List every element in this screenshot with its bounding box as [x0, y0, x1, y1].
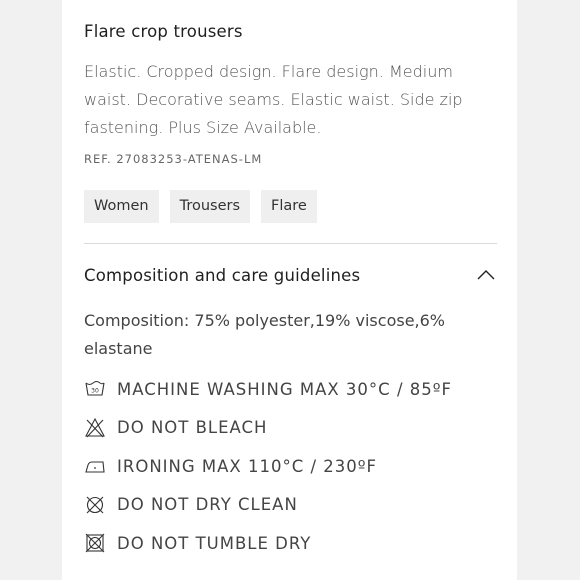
tag-trousers[interactable]: Trousers	[169, 190, 251, 223]
chevron-up-icon[interactable]	[475, 264, 497, 286]
composition-accordion-header[interactable]: Composition and care guidelines	[84, 256, 497, 294]
care-item-iron: IRONING MAX 110°C / 230ºF	[84, 447, 497, 486]
care-label: DO NOT DRY CLEAN	[117, 495, 298, 515]
section-divider	[84, 243, 497, 244]
care-item-machine-wash: 30 MACHINE WASHING MAX 30°C / 85ºF	[84, 370, 497, 409]
tag-flare[interactable]: Flare	[261, 190, 317, 223]
tag-list: Women Trousers Flare	[84, 190, 317, 223]
care-item-dry-clean: DO NOT DRY CLEAN	[84, 486, 497, 525]
care-label: DO NOT TUMBLE DRY	[117, 533, 312, 553]
care-item-bleach: DO NOT BLEACH	[84, 409, 497, 448]
care-label: IRONING MAX 110°C / 230ºF	[117, 456, 378, 476]
product-title: Flare crop trousers	[84, 22, 243, 41]
machine-wash-30-icon: 30	[85, 381, 105, 396]
product-details-card: Flare crop trousers Elastic. Cropped des…	[62, 0, 517, 580]
care-guidelines-list: 30 MACHINE WASHING MAX 30°C / 85ºF DO NO…	[84, 370, 497, 563]
care-item-tumble-dry: DO NOT TUMBLE DRY	[84, 524, 497, 563]
product-description: Elastic. Cropped design. Flare design. M…	[84, 62, 463, 137]
do-not-bleach-icon	[85, 417, 105, 438]
care-label: DO NOT BLEACH	[117, 418, 268, 438]
iron-icon	[85, 461, 105, 473]
do-not-dry-clean-icon	[86, 496, 104, 514]
product-reference: REF. 27083253-ATENAS-LM	[84, 152, 263, 166]
care-label: MACHINE WASHING MAX 30°C / 85ºF	[117, 379, 453, 399]
wash-temperature-text: 30	[91, 388, 99, 395]
composition-accordion-title: Composition and care guidelines	[84, 265, 361, 285]
composition-text: Composition: 75% polyester,19% viscose,6…	[84, 311, 445, 358]
tag-women[interactable]: Women	[84, 190, 159, 223]
do-not-tumble-dry-icon	[85, 533, 105, 553]
